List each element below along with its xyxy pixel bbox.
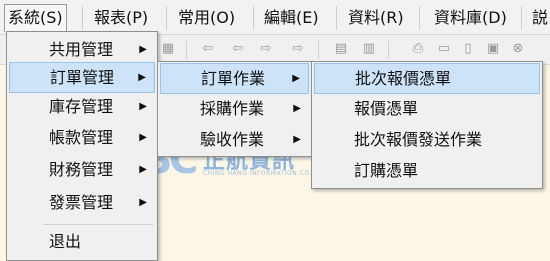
menu-edit[interactable]: 編輯(E) <box>264 6 319 30</box>
print-icon[interactable]: ⎙ <box>410 41 426 57</box>
first-record-icon[interactable]: ⇦ <box>200 41 216 57</box>
new-document-icon[interactable]: ▭ <box>436 41 452 57</box>
menu-item-quotation[interactable]: 報價憑單 <box>314 93 540 124</box>
menu-separator <box>336 6 337 30</box>
calculator-icon[interactable]: ▤ <box>333 41 349 57</box>
menu-bar: 系統(S) 報表(P) 常用(O) 編輯(E) 資料(R) 資料庫(D) 説 <box>0 0 550 35</box>
menu-reports[interactable]: 報表(P) <box>94 6 148 30</box>
menu-separator <box>253 6 254 30</box>
menu-item-finance-management[interactable]: 財務管理 ▶ <box>9 154 155 185</box>
menu-item-label: 訂單管理 <box>50 68 115 87</box>
menu-item-label: 採購作業 <box>200 99 265 118</box>
menu-item-order-management[interactable]: 訂單管理 ▶ <box>9 62 155 93</box>
menu-separator <box>82 6 83 30</box>
menu-separator <box>419 6 420 30</box>
menu-item-label: 財務管理 <box>49 160 114 179</box>
menu-item-inventory-management[interactable]: 庫存管理 ▶ <box>9 91 155 122</box>
menu-system[interactable]: 系統(S) <box>4 4 67 32</box>
menu-item-label: 庫存管理 <box>49 97 114 116</box>
next-record-icon[interactable]: ⇨ <box>258 41 274 57</box>
submenu-arrow-icon: ▶ <box>138 72 146 83</box>
menu-item-label: 發票管理 <box>49 193 114 212</box>
submenu-arrow-icon: ▶ <box>139 132 147 143</box>
toolbar-separator <box>186 41 187 59</box>
menu-item-batch-quotation-send[interactable]: 批次報價發送作業 <box>314 124 540 155</box>
menu-item-invoice-management[interactable]: 發票管理 ▶ <box>9 187 155 218</box>
toolbar-separator <box>318 41 319 59</box>
menu-item-label: 批次報價發送作業 <box>354 130 483 149</box>
menu-separator <box>521 6 522 30</box>
export-icon[interactable]: ▥ <box>361 41 377 57</box>
submenu-arrow-icon: ▶ <box>292 73 300 84</box>
menu-item-label: 退出 <box>49 232 82 251</box>
menu-separator <box>43 224 153 225</box>
menu-item-label: 共用管理 <box>49 40 114 59</box>
menu-item-receiving-operations[interactable]: 驗收作業 ▶ <box>160 124 309 155</box>
submenu-arrow-icon: ▶ <box>139 44 147 55</box>
menu-help[interactable]: 説 <box>532 6 548 30</box>
menu-common[interactable]: 常用(O) <box>178 6 235 30</box>
cancel-icon[interactable]: ⊗ <box>510 41 526 57</box>
menu-item-label: 批次報價憑單 <box>355 69 452 88</box>
last-record-icon[interactable]: ⇨ <box>290 41 306 57</box>
menu-database[interactable]: 資料庫(D) <box>434 6 507 30</box>
submenu-arrow-icon: ▶ <box>139 164 147 175</box>
menu-data[interactable]: 資料(R) <box>348 6 404 30</box>
menu-item-label: 訂單作業 <box>201 69 266 88</box>
menu-item-order-operations[interactable]: 訂單作業 ▶ <box>160 63 309 94</box>
table-icon[interactable]: ▦ <box>160 41 176 57</box>
copy-document-icon[interactable]: ▯ <box>460 41 476 57</box>
menu-item-label: 報價憑單 <box>354 99 419 118</box>
submenu-arrow-icon: ▶ <box>293 134 301 145</box>
system-menu: 共用管理 ▶ 訂單管理 ▶ 庫存管理 ▶ 帳款管理 ▶ 財務管理 ▶ 發票管理 … <box>6 31 158 261</box>
order-operations-submenu: 批次報價憑單 報價憑單 批次報價發送作業 訂購憑單 <box>311 61 543 189</box>
previous-record-icon[interactable]: ⇦ <box>230 41 246 57</box>
submenu-arrow-icon: ▶ <box>139 197 147 208</box>
menu-item-accounts-management[interactable]: 帳款管理 ▶ <box>9 122 155 153</box>
menu-item-label: 訂購憑單 <box>354 161 419 180</box>
submenu-arrow-icon: ▶ <box>293 103 301 114</box>
menu-item-label: 帳款管理 <box>49 128 114 147</box>
menu-item-shared-management[interactable]: 共用管理 ▶ <box>9 34 155 65</box>
submenu-arrow-icon: ▶ <box>139 101 147 112</box>
toolbar-separator <box>388 41 389 59</box>
menu-item-purchase-operations[interactable]: 採購作業 ▶ <box>160 93 309 124</box>
menu-separator <box>166 6 167 30</box>
order-management-submenu: 訂單作業 ▶ 採購作業 ▶ 驗收作業 ▶ <box>157 61 312 157</box>
menu-item-purchase-order[interactable]: 訂購憑單 <box>314 155 540 186</box>
menu-item-batch-quotation[interactable]: 批次報價憑單 <box>314 63 540 94</box>
menu-item-label: 驗收作業 <box>200 130 265 149</box>
menu-item-exit[interactable]: 退出 <box>9 226 155 257</box>
save-icon[interactable]: ▣ <box>485 41 501 57</box>
